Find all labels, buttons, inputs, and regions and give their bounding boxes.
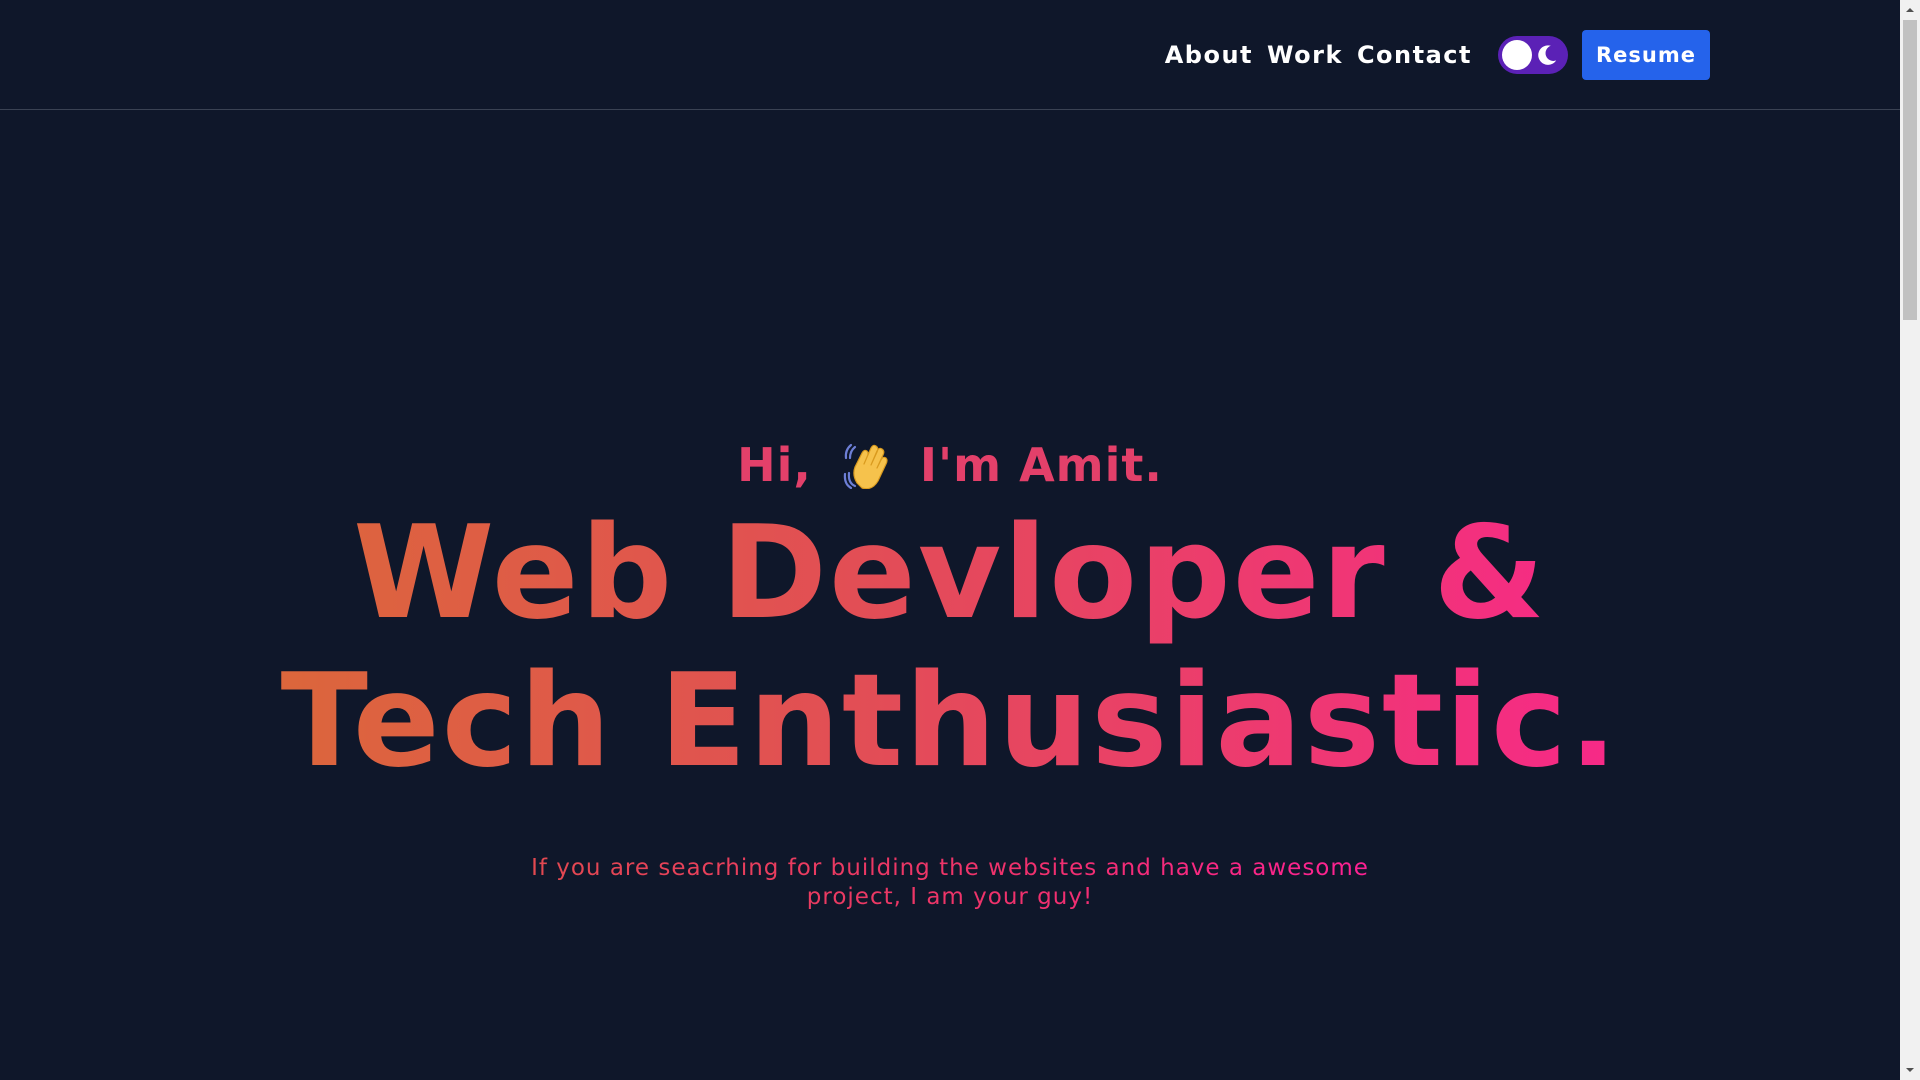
- nav-link-contact[interactable]: Contact: [1357, 41, 1472, 69]
- greeting-suffix: I'm Amit.: [919, 438, 1163, 492]
- greeting-prefix: Hi,: [737, 438, 812, 492]
- site-header: About Work Contact Resume: [0, 0, 1900, 110]
- scrollbar-thumb[interactable]: [1903, 20, 1917, 320]
- hero-headline: Web Devloper & Tech Enthusiastic.: [0, 500, 1900, 796]
- page: About Work Contact Resume Hi, I'm Amit. …: [0, 0, 1900, 1080]
- theme-toggle[interactable]: [1498, 36, 1568, 74]
- hero-tagline: If you are seacrhing for building the we…: [510, 854, 1390, 912]
- waving-hand-icon: [843, 443, 888, 489]
- scroll-up-arrow-icon[interactable]: [1900, 0, 1920, 20]
- scroll-down-arrow-icon[interactable]: [1900, 1060, 1920, 1080]
- viewport: About Work Contact Resume Hi, I'm Amit. …: [0, 0, 1920, 1080]
- greeting: Hi, I'm Amit.: [0, 430, 1900, 500]
- resume-button[interactable]: Resume: [1582, 30, 1710, 80]
- hero-section: Hi, I'm Amit. Web Devloper & Tech Enthus…: [0, 430, 1900, 912]
- toggle-knob: [1502, 40, 1532, 70]
- nav-link-about[interactable]: About: [1165, 41, 1253, 69]
- moon-icon: [1538, 45, 1557, 65]
- nav-link-work[interactable]: Work: [1267, 41, 1343, 69]
- headline-line-1: Web Devloper &: [353, 499, 1547, 648]
- main-nav: About Work Contact Resume: [1165, 0, 1710, 110]
- headline-line-2: Tech Enthusiastic.: [280, 647, 1620, 796]
- vertical-scrollbar[interactable]: [1900, 0, 1920, 1080]
